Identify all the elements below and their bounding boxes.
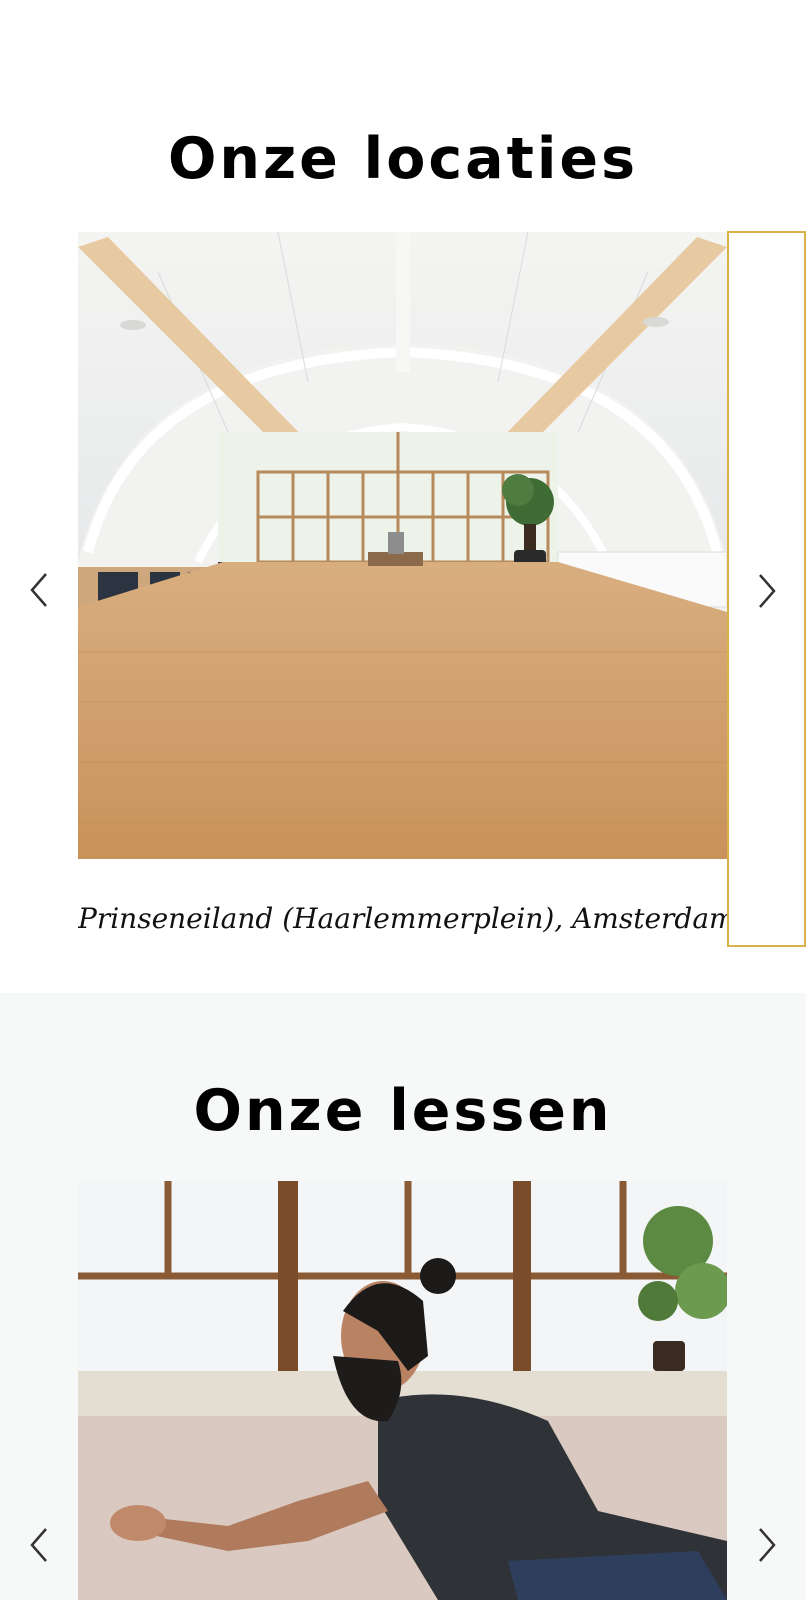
studio-arched-room-photo <box>78 232 727 859</box>
locations-next-button[interactable] <box>752 569 782 613</box>
classes-next-button[interactable] <box>752 1523 782 1567</box>
chevron-left-icon <box>30 573 47 607</box>
chevron-left-icon <box>30 1528 47 1562</box>
man-stretching-photo <box>78 1181 727 1600</box>
class-slide-image[interactable] <box>78 1181 727 1600</box>
classes-section: Onze lessen <box>0 993 806 1600</box>
locations-prev-button[interactable] <box>24 568 54 612</box>
location-caption[interactable]: Prinseneiland (Haarlemmerplein), Amsterd… <box>78 902 727 935</box>
chevron-right-icon <box>759 1528 776 1562</box>
chevron-right-icon <box>759 574 776 608</box>
locations-heading: Onze locaties <box>167 126 639 192</box>
classes-prev-button[interactable] <box>24 1523 54 1567</box>
location-slide-image[interactable] <box>78 232 727 859</box>
locations-section: Onze locaties Prinseneiland (Haarlemmerp… <box>0 0 806 993</box>
classes-heading: Onze lessen <box>193 1078 613 1144</box>
